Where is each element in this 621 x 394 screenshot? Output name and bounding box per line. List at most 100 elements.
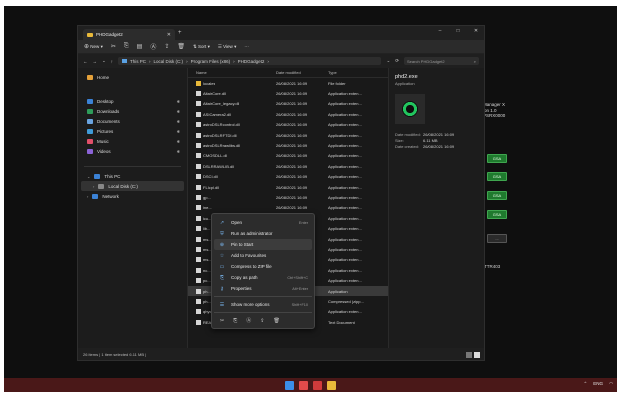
- refresh-icon[interactable]: ⟳: [395, 58, 399, 64]
- file-row[interactable]: DSCI.dll 26/08/2021 16:09 Application exte…: [188, 172, 388, 182]
- context-menu-item[interactable]: ⎘ Copy as path Ctrl+Shift+C: [214, 272, 312, 283]
- background-app-button[interactable]: ...: [487, 234, 507, 243]
- file-type: Application exten...: [328, 236, 362, 242]
- column-header-name[interactable]: Name: [188, 70, 276, 75]
- tiles-view-icon[interactable]: [474, 352, 480, 358]
- file-row[interactable]: ine... 26/08/2021 16:09 Application exten.…: [188, 203, 388, 213]
- file-type: Application exten...: [328, 205, 362, 211]
- forward-icon[interactable]: →: [93, 59, 98, 64]
- file-row[interactable]: gp... 26/08/2021 16:09 Application exten..…: [188, 192, 388, 202]
- rename-icon[interactable]: Ⓐ: [150, 42, 156, 51]
- nav-item-this-pc[interactable]: ⌄ This PC: [81, 171, 184, 181]
- background-app-button[interactable]: GSA: [487, 210, 507, 219]
- address-bar[interactable]: This PC › Local Disk (C:) › Program File…: [118, 57, 382, 65]
- chevron-down-icon[interactable]: ⌄: [87, 174, 90, 179]
- context-menu-item[interactable]: ⛨ Run as administrator: [214, 228, 312, 239]
- close-button[interactable]: ✕: [472, 28, 480, 34]
- maximize-button[interactable]: □: [454, 28, 462, 34]
- more-button[interactable]: ···: [244, 44, 249, 49]
- nav-item-network[interactable]: › Network: [81, 191, 184, 201]
- file-row[interactable]: astroDSLRcontrol.dll 26/08/2021 16:09 Appl…: [188, 120, 388, 130]
- minimize-button[interactable]: –: [436, 28, 444, 34]
- share-icon[interactable]: ⇪: [164, 43, 169, 50]
- file-name-text: ine...: [203, 205, 212, 211]
- back-icon[interactable]: ←: [83, 59, 88, 64]
- new-button[interactable]: ⊕ New ▾: [84, 43, 103, 50]
- details-property: Date modified: 26/08/2021 16:09: [395, 132, 478, 137]
- file-row[interactable]: CMOSDLL.dll 26/08/2021 16:09 Application e…: [188, 151, 388, 161]
- background-app-button[interactable]: GSA: [487, 154, 507, 163]
- view-label: View: [223, 43, 233, 49]
- file-name-text: DSLRRAWLIB.dll: [203, 163, 234, 169]
- nav-item-music[interactable]: Music ✱: [81, 136, 184, 146]
- nav-item-desktop[interactable]: Desktop ✱: [81, 96, 184, 106]
- context-menu-item[interactable]: ⚷ Properties Alt+Enter: [214, 283, 312, 294]
- breadcrumb-item[interactable]: PHDGadget2: [238, 59, 265, 64]
- column-header-date[interactable]: Date modified: [276, 70, 328, 75]
- chevron-right-icon[interactable]: ›: [93, 184, 94, 189]
- up-icon[interactable]: ↑: [111, 59, 113, 64]
- file-type: Application exten...: [328, 101, 362, 107]
- context-menu-item[interactable]: ⊕ Pin to Start: [214, 239, 312, 250]
- language-indicator[interactable]: ENG: [593, 381, 603, 387]
- file-row[interactable]: DSLRRAWLIB.dll 26/08/2021 16:09 Applicatio…: [188, 161, 388, 171]
- wifi-icon[interactable]: ◠: [609, 381, 613, 387]
- chevron-down-icon[interactable]: ⌄: [102, 58, 106, 64]
- start-icon[interactable]: [285, 380, 294, 390]
- file-row[interactable]: astroDSLRrawlibs.dll 26/08/2021 16:09 Appl…: [188, 140, 388, 150]
- close-tab-icon[interactable]: ✕: [167, 32, 171, 38]
- background-app-button[interactable]: GSA: [487, 191, 507, 200]
- sort-button[interactable]: ⇅ Sort ▾: [193, 44, 210, 50]
- delete-icon[interactable]: 🗑: [273, 318, 279, 324]
- file-date: 26/08/2021 16:09: [276, 91, 308, 97]
- copy-icon[interactable]: ⎘: [233, 318, 237, 324]
- plus-icon: ⊕: [84, 44, 90, 50]
- chevron-down-icon[interactable]: ⌄: [386, 58, 390, 64]
- breadcrumb-item[interactable]: Program Files (x86): [191, 59, 231, 64]
- cut-icon[interactable]: ✂: [220, 318, 224, 324]
- nav-item-pictures[interactable]: Pictures ✱: [81, 126, 184, 136]
- file-row[interactable]: AltairCore.dll 26/08/2021 16:09 Applicatio…: [188, 88, 388, 98]
- context-menu-item[interactable]: ▭ Compress to ZIP file: [214, 261, 312, 272]
- nav-item-videos[interactable]: Videos ✱: [81, 146, 184, 156]
- nav-item-downloads[interactable]: Downloads ✱: [81, 106, 184, 116]
- file-row[interactable]: astroDSLRFTDI.dll 26/08/2021 16:09 Applica…: [188, 130, 388, 140]
- search-box[interactable]: Search PHDGadget2 ⌕: [404, 57, 479, 65]
- file-row[interactable]: FLIcpl.dll 26/08/2021 16:09 Application ex…: [188, 182, 388, 192]
- context-menu-item[interactable]: ☰ Show more options Shift+F10: [214, 299, 312, 310]
- delete-icon[interactable]: 🗑: [177, 43, 185, 50]
- explorer-tab[interactable]: PHDGadget2 ✕: [83, 29, 175, 40]
- breadcrumb-item[interactable]: Local Disk (C:): [154, 59, 184, 64]
- file-row[interactable]: locales 26/08/2021 16:09 File folder: [188, 78, 388, 88]
- app-icon[interactable]: [299, 380, 308, 390]
- chevron-right-icon[interactable]: ›: [87, 194, 88, 199]
- context-menu-item[interactable]: ↗ Open Enter: [214, 217, 312, 228]
- file-explorer-icon[interactable]: [327, 380, 336, 390]
- nav-item-local-disk[interactable]: › Local Disk (C:): [81, 181, 184, 191]
- nav-item-documents[interactable]: Documents ✱: [81, 116, 184, 126]
- paste-icon[interactable]: ▤: [137, 43, 143, 50]
- share-icon[interactable]: ⇪: [260, 318, 264, 324]
- column-header-type[interactable]: Type: [328, 70, 368, 75]
- file-type: Application exten...: [328, 184, 362, 190]
- nav-item-home[interactable]: Home: [81, 72, 184, 82]
- file-date: 26/08/2021 16:09: [276, 122, 308, 128]
- cut-icon[interactable]: ✂: [111, 43, 116, 50]
- copy-icon[interactable]: ⎘: [124, 43, 129, 50]
- breadcrumb-item[interactable]: This PC: [130, 59, 146, 64]
- file-row[interactable]: ASICamera2.dll 26/08/2021 16:09 Applicatio…: [188, 109, 388, 119]
- chevron-up-icon[interactable]: ⌃: [584, 381, 588, 387]
- view-button[interactable]: ☰ View ▾: [218, 44, 237, 50]
- menu-item-label: Copy as path: [231, 275, 258, 280]
- new-tab-button[interactable]: +: [178, 30, 182, 36]
- property-value: 26/08/2021 16:09: [423, 132, 455, 137]
- background-app-button[interactable]: GSA: [487, 172, 507, 181]
- file-row[interactable]: AltairCore_legacy.dll 26/08/2021 16:09 App…: [188, 99, 388, 109]
- details-view-icon[interactable]: [466, 352, 472, 358]
- file-name-text: astroDSLRcontrol.dll: [203, 122, 240, 128]
- app-icon[interactable]: [313, 380, 322, 390]
- rename-icon[interactable]: Ⓐ: [246, 317, 251, 324]
- menu-item-shortcut: Shift+F10: [291, 302, 308, 307]
- file-name-text: AltairCore_legacy.dll: [203, 101, 240, 107]
- context-menu-item[interactable]: ☆ Add to Favourites: [214, 250, 312, 261]
